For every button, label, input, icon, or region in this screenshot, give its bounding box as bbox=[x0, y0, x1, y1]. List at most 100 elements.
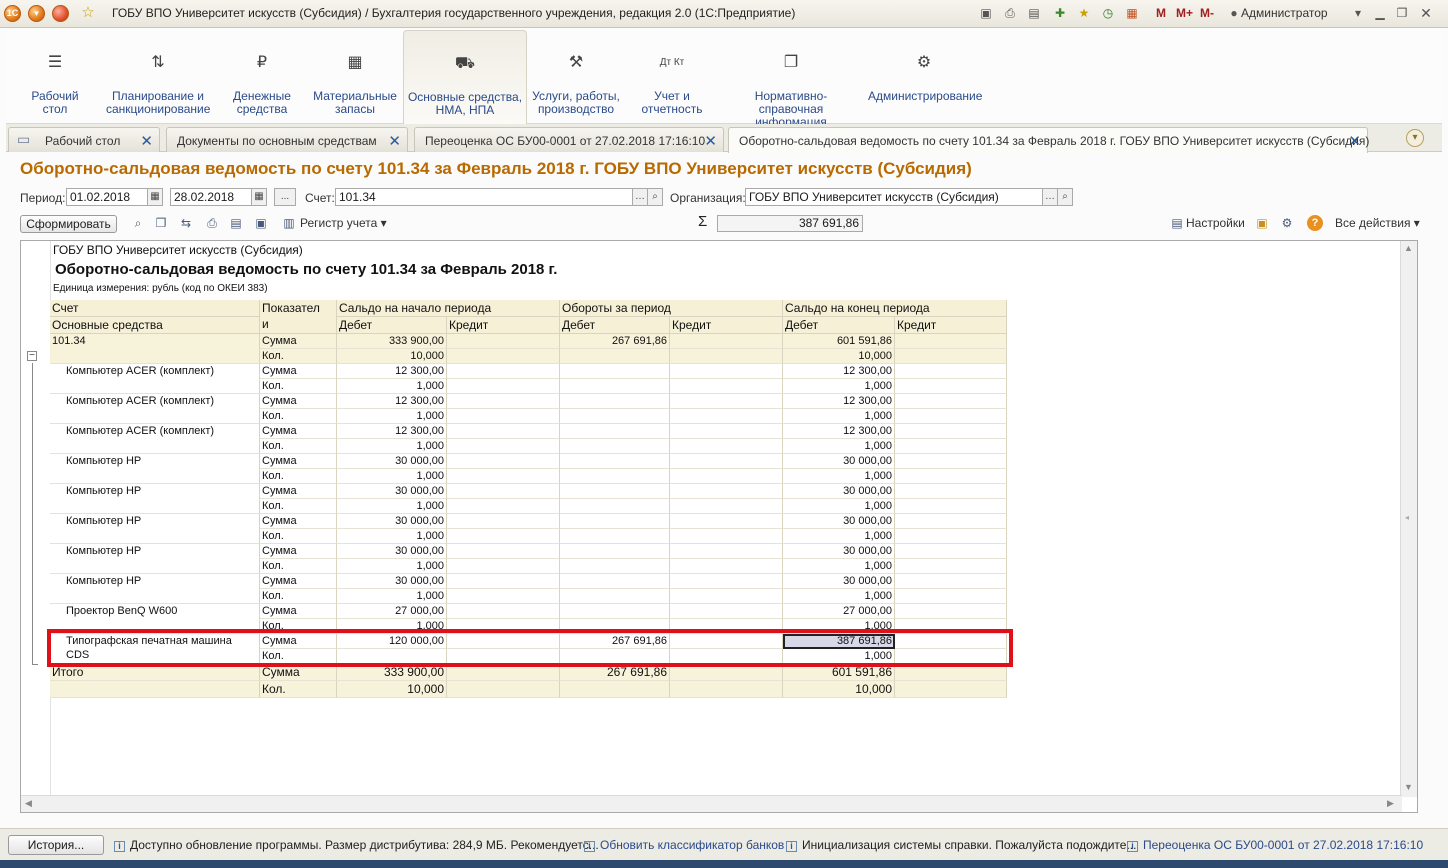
sum-cell[interactable] bbox=[670, 604, 783, 619]
sum-cell[interactable]: 333 900,00 bbox=[337, 334, 447, 349]
qty-cell[interactable] bbox=[560, 349, 670, 364]
notice-help-init[interactable]: i Инициализация системы справки. Пожалуйс… bbox=[786, 838, 1136, 852]
account-field[interactable]: 101.34 bbox=[335, 188, 633, 206]
notice-banks[interactable]: i Обновить классификатор банков bbox=[584, 838, 784, 852]
header-indicator[interactable]: Показател и bbox=[260, 300, 337, 334]
sum-cell[interactable] bbox=[895, 454, 1007, 469]
qty-cell[interactable]: 1,000 bbox=[783, 379, 895, 394]
sum-cell[interactable] bbox=[895, 364, 1007, 379]
notice-revaluation[interactable]: i Переоценка ОС БУ00-0001 от 27.02.2018 1… bbox=[1127, 838, 1423, 852]
qty-cell[interactable] bbox=[895, 349, 1007, 364]
tab-fixed-asset-docs[interactable]: Документы по основным средствам ✕ bbox=[166, 127, 408, 152]
restore-icon[interactable]: ❐ bbox=[1394, 5, 1410, 21]
row-indicator-sum[interactable]: Сумма bbox=[260, 334, 337, 349]
qty-cell[interactable]: 1,000 bbox=[783, 499, 895, 514]
section-fixed-assets[interactable]: ⛟ Основные средства, НМА, НПА bbox=[403, 30, 527, 124]
total-qty-cell[interactable] bbox=[447, 681, 560, 698]
qty-cell[interactable] bbox=[447, 589, 560, 604]
qty-cell[interactable] bbox=[670, 439, 783, 454]
sum-cell[interactable] bbox=[670, 394, 783, 409]
sum-cell[interactable] bbox=[447, 424, 560, 439]
find-icon[interactable]: ⌕ bbox=[130, 215, 146, 231]
section-services[interactable]: ⚒ Услуги, работы, производство bbox=[530, 30, 622, 124]
sum-cell[interactable]: 30 000,00 bbox=[337, 514, 447, 529]
total-qty-cell[interactable] bbox=[670, 681, 783, 698]
section-money[interactable]: ₽ Денежные средства bbox=[224, 30, 300, 124]
qty-cell[interactable]: 1,000 bbox=[783, 409, 895, 424]
qty-cell[interactable] bbox=[670, 529, 783, 544]
row-indicator-qty[interactable]: Кол. bbox=[260, 529, 337, 544]
qty-cell[interactable] bbox=[560, 499, 670, 514]
qty-cell[interactable] bbox=[670, 379, 783, 394]
period-select-button[interactable]: ... bbox=[274, 188, 296, 206]
load-settings-icon[interactable]: ▣ bbox=[1254, 215, 1270, 231]
sum-cell[interactable] bbox=[447, 544, 560, 559]
row-account-name[interactable]: Компьютер HP bbox=[50, 574, 260, 604]
sum-cell[interactable] bbox=[895, 424, 1007, 439]
sum-cell[interactable] bbox=[560, 454, 670, 469]
qty-cell[interactable] bbox=[447, 409, 560, 424]
scroll-left-icon[interactable]: ◀ bbox=[25, 798, 32, 809]
qty-cell[interactable] bbox=[670, 409, 783, 424]
settings-button[interactable]: Настройки bbox=[1186, 216, 1245, 230]
collapse-group-icon[interactable]: − bbox=[27, 351, 37, 361]
qty-cell[interactable] bbox=[670, 469, 783, 484]
scroll-grip-icon[interactable]: ◂ bbox=[1405, 513, 1409, 522]
organization-field[interactable]: ГОБУ ВПО Университет искусств (Субсидия) bbox=[745, 188, 1043, 206]
qty-cell[interactable]: 1,000 bbox=[783, 469, 895, 484]
section-inventory[interactable]: ▦ Материальные запасы bbox=[308, 30, 402, 124]
total-qty-cell[interactable] bbox=[895, 681, 1007, 698]
row-indicator-sum[interactable]: Сумма bbox=[260, 364, 337, 379]
row-account-name[interactable]: Компьютер HP bbox=[50, 544, 260, 574]
memory-m-plus-button[interactable]: M+ bbox=[1176, 6, 1193, 20]
sum-cell[interactable]: 12 300,00 bbox=[783, 394, 895, 409]
sum-cell[interactable] bbox=[670, 364, 783, 379]
sum-cell[interactable]: 30 000,00 bbox=[337, 574, 447, 589]
row-indicator-qty[interactable]: Кол. bbox=[260, 589, 337, 604]
qty-cell[interactable] bbox=[560, 469, 670, 484]
sum-cell[interactable] bbox=[670, 544, 783, 559]
sum-cell[interactable]: 27 000,00 bbox=[337, 604, 447, 619]
qty-cell[interactable] bbox=[895, 589, 1007, 604]
sum-cell[interactable] bbox=[670, 334, 783, 349]
sum-cell[interactable]: 30 000,00 bbox=[337, 454, 447, 469]
sum-cell[interactable] bbox=[670, 424, 783, 439]
home-icon[interactable] bbox=[52, 5, 69, 22]
section-desktop[interactable]: ☰ Рабочий стол bbox=[12, 30, 98, 124]
menu-dropdown-icon[interactable]: ▾ bbox=[28, 5, 45, 22]
sum-cell[interactable]: 30 000,00 bbox=[337, 544, 447, 559]
header-debit[interactable]: Дебет bbox=[560, 317, 670, 334]
chevron-down-icon[interactable]: ▾ bbox=[1350, 5, 1366, 21]
horizontal-scrollbar[interactable]: ◀ ▶ bbox=[21, 795, 1402, 812]
header-credit[interactable]: Кредит bbox=[447, 317, 560, 334]
sum-cell[interactable] bbox=[895, 574, 1007, 589]
qty-cell[interactable]: 1,000 bbox=[337, 409, 447, 424]
register-dropdown[interactable]: Регистр учета ▾ bbox=[300, 216, 387, 230]
total-qty-cell[interactable]: 10,000 bbox=[783, 681, 895, 698]
help-icon[interactable]: ? bbox=[1307, 215, 1323, 231]
qty-cell[interactable]: 1,000 bbox=[337, 439, 447, 454]
qty-cell[interactable]: 1,000 bbox=[783, 529, 895, 544]
qty-cell[interactable] bbox=[895, 469, 1007, 484]
period-to-field[interactable]: 28.02.2018 bbox=[170, 188, 252, 206]
header-debit[interactable]: Дебет bbox=[783, 317, 895, 334]
qty-cell[interactable] bbox=[447, 559, 560, 574]
sum-cell[interactable] bbox=[560, 484, 670, 499]
1c-logo-icon[interactable]: 1C bbox=[4, 5, 21, 22]
account-select-button[interactable]: … bbox=[632, 188, 648, 206]
section-reference[interactable]: ❐ Нормативно-справочная информация bbox=[724, 30, 858, 129]
qty-cell[interactable]: 1,000 bbox=[783, 559, 895, 574]
sum-cell[interactable] bbox=[447, 514, 560, 529]
qty-cell[interactable]: 10,000 bbox=[337, 349, 447, 364]
sum-cell[interactable] bbox=[895, 334, 1007, 349]
calendar-icon[interactable]: ▦ bbox=[251, 188, 267, 206]
close-tab-icon[interactable]: ✕ bbox=[1348, 132, 1361, 150]
qty-cell[interactable]: 1,000 bbox=[337, 379, 447, 394]
qty-cell[interactable]: 1,000 bbox=[337, 469, 447, 484]
header-fixed-assets[interactable]: Основные средства bbox=[50, 317, 260, 334]
row-account-name[interactable]: Компьютер ACER (комплект) bbox=[50, 394, 260, 424]
sum-cell[interactable] bbox=[560, 544, 670, 559]
qty-cell[interactable] bbox=[560, 409, 670, 424]
sum-cell[interactable] bbox=[560, 604, 670, 619]
qty-cell[interactable] bbox=[560, 379, 670, 394]
